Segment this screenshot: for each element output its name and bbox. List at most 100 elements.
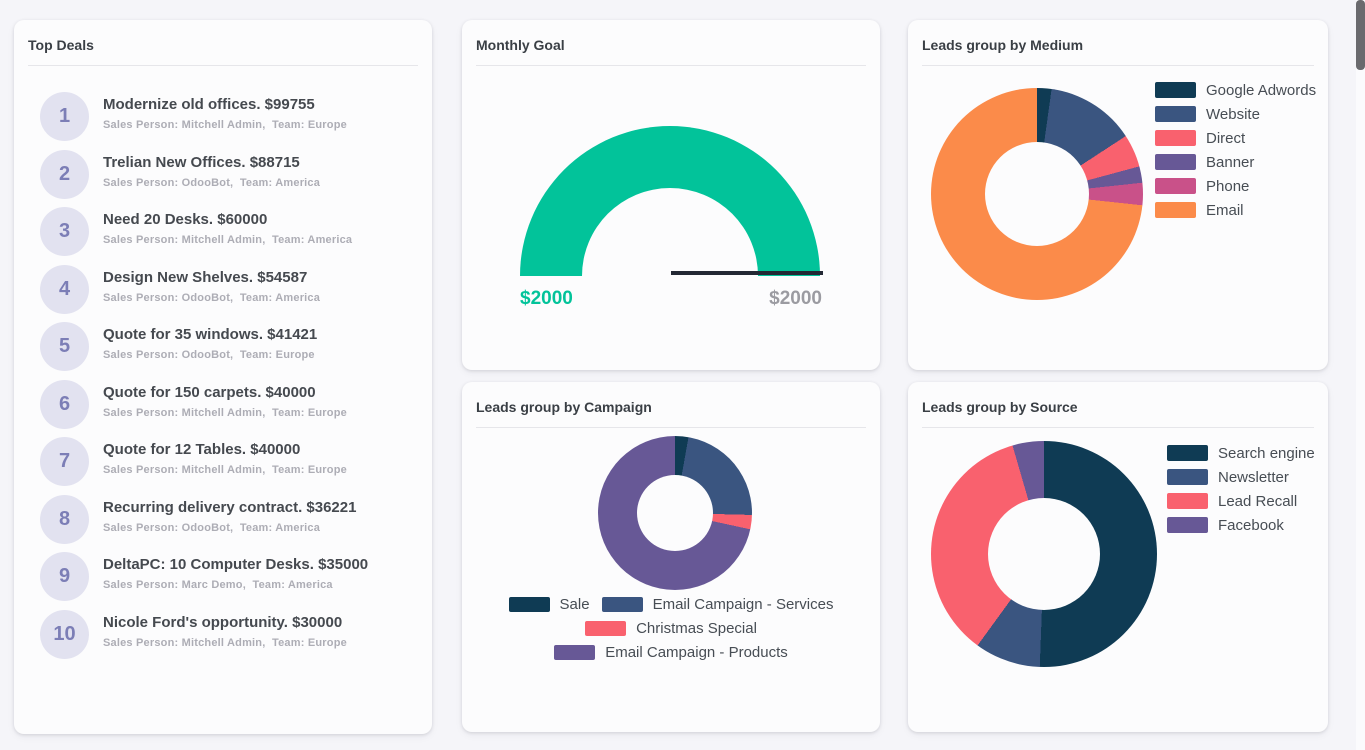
leads-by-campaign-title: Leads group by Campaign — [476, 399, 866, 415]
deal-rank-number: 10 — [53, 623, 75, 646]
deal-rank-badge: 8 — [40, 495, 89, 544]
legend-color-swatch — [509, 597, 550, 612]
deal-title: Need 20 Desks. $60000 — [103, 211, 352, 228]
deal-title: Design New Shelves. $54587 — [103, 269, 320, 286]
deal-info: Trelian New Offices. $88715 Sales Person… — [103, 150, 320, 189]
legend-item-google-adwords[interactable]: Google Adwords — [1155, 82, 1316, 98]
deal-row-2[interactable]: 2 Trelian New Offices. $88715 Sales Pers… — [40, 150, 418, 199]
deal-rank-badge: 5 — [40, 322, 89, 371]
monthly-goal-card: Monthly Goal $2000 $2000 — [462, 20, 880, 370]
scrollbar-track[interactable] — [1356, 0, 1365, 750]
legend-color-swatch — [1155, 82, 1196, 98]
crm-dashboard: Top Deals 1 Modernize old offices. $9975… — [0, 0, 1365, 750]
divider — [476, 427, 866, 428]
deal-row-8[interactable]: 8 Recurring delivery contract. $36221 Sa… — [40, 495, 418, 544]
leads-by-medium-card: Leads group by Medium Google Adwords Web… — [908, 20, 1328, 370]
scrollbar-thumb[interactable] — [1356, 0, 1365, 70]
deal-title: Quote for 35 windows. $41421 — [103, 326, 317, 343]
legend-label: Phone — [1206, 178, 1249, 195]
deal-row-1[interactable]: 1 Modernize old offices. $99755 Sales Pe… — [40, 92, 418, 141]
legend-item-website[interactable]: Website — [1155, 106, 1316, 122]
leads-by-medium-title: Leads group by Medium — [922, 37, 1314, 53]
deal-row-4[interactable]: 4 Design New Shelves. $54587 Sales Perso… — [40, 265, 418, 314]
legend-label: Email — [1206, 202, 1244, 219]
legend-label: Website — [1206, 106, 1260, 123]
leads-by-source-card: Leads group by Source Search engine News… — [908, 382, 1328, 732]
legend-item-direct[interactable]: Direct — [1155, 130, 1316, 146]
deal-title: Recurring delivery contract. $36221 — [103, 499, 356, 516]
deal-subtitle: Sales Person: OdooBot, Team: America — [103, 177, 320, 189]
deal-subtitle: Sales Person: Marc Demo, Team: America — [103, 579, 368, 591]
deal-row-3[interactable]: 3 Need 20 Desks. $60000 Sales Person: Mi… — [40, 207, 418, 256]
deal-title: Quote for 12 Tables. $40000 — [103, 441, 347, 458]
legend-label: Christmas Special — [636, 620, 757, 637]
legend-color-swatch — [1167, 445, 1208, 461]
deal-subtitle: Sales Person: OdooBot, Team: America — [103, 522, 356, 534]
deal-title: DeltaPC: 10 Computer Desks. $35000 — [103, 556, 368, 573]
legend-color-swatch — [1155, 202, 1196, 218]
deal-subtitle: Sales Person: Mitchell Admin, Team: Euro… — [103, 119, 347, 131]
legend-item-email[interactable]: Email — [1155, 202, 1316, 218]
monthly-goal-gauge[interactable] — [520, 126, 820, 276]
legend-color-swatch — [602, 597, 643, 612]
legend-row: Christmas Special — [585, 620, 757, 636]
source-donut-chart[interactable] — [931, 441, 1157, 667]
gauge-labels: $2000 $2000 — [520, 288, 822, 310]
deal-info: Quote for 35 windows. $41421 Sales Perso… — [103, 322, 317, 361]
legend-label: Search engine — [1218, 445, 1315, 462]
legend-row: Email Campaign - Products — [554, 644, 788, 660]
gauge-baseline — [671, 271, 823, 275]
deal-row-10[interactable]: 10 Nicole Ford's opportunity. $30000 Sal… — [40, 610, 418, 659]
legend-item-lead-recall[interactable]: Lead Recall — [1167, 493, 1315, 509]
deal-rank-badge: 9 — [40, 552, 89, 601]
leads-by-campaign-header: Leads group by Campaign — [462, 382, 880, 428]
legend-color-swatch — [1167, 517, 1208, 533]
deal-rank-number: 2 — [59, 163, 70, 186]
legend-item-sale[interactable]: Sale — [509, 596, 590, 612]
deal-rank-badge: 6 — [40, 380, 89, 429]
top-deals-card: Top Deals 1 Modernize old offices. $9975… — [14, 20, 432, 734]
campaign-donut-chart[interactable] — [598, 436, 752, 590]
deal-info: Design New Shelves. $54587 Sales Person:… — [103, 265, 320, 304]
deal-row-9[interactable]: 9 DeltaPC: 10 Computer Desks. $35000 Sal… — [40, 552, 418, 601]
legend-label: Lead Recall — [1218, 493, 1297, 510]
legend-label: Sale — [560, 596, 590, 613]
legend-color-swatch — [1155, 154, 1196, 170]
deal-info: Nicole Ford's opportunity. $30000 Sales … — [103, 610, 347, 649]
legend-item-newsletter[interactable]: Newsletter — [1167, 469, 1315, 485]
medium-donut-chart[interactable] — [931, 88, 1143, 300]
source-legend: Search engine Newsletter Lead Recall Fac… — [1167, 445, 1315, 533]
deal-row-6[interactable]: 6 Quote for 150 carpets. $40000 Sales Pe… — [40, 380, 418, 429]
deal-subtitle: Sales Person: OdooBot, Team: America — [103, 292, 320, 304]
monthly-goal-header: Monthly Goal — [462, 20, 880, 66]
leads-by-source-header: Leads group by Source — [908, 382, 1328, 428]
deal-rank-number: 9 — [59, 565, 70, 588]
legend-item-christmas-special[interactable]: Christmas Special — [585, 620, 757, 636]
deal-rank-number: 4 — [59, 278, 70, 301]
legend-item-search-engine[interactable]: Search engine — [1167, 445, 1315, 461]
donut-hole — [985, 142, 1089, 246]
legend-label: Newsletter — [1218, 469, 1289, 486]
top-deals-header: Top Deals — [14, 20, 432, 66]
campaign-legend: Sale Email Campaign - Services Christmas… — [462, 596, 880, 660]
divider — [476, 65, 866, 66]
deal-rank-number: 3 — [59, 220, 70, 243]
legend-item-email-campaign-services[interactable]: Email Campaign - Services — [602, 596, 834, 612]
deal-row-7[interactable]: 7 Quote for 12 Tables. $40000 Sales Pers… — [40, 437, 418, 486]
legend-color-swatch — [1155, 178, 1196, 194]
leads-by-campaign-card: Leads group by Campaign Sale Email Campa… — [462, 382, 880, 732]
deal-row-5[interactable]: 5 Quote for 35 windows. $41421 Sales Per… — [40, 322, 418, 371]
legend-item-facebook[interactable]: Facebook — [1167, 517, 1315, 533]
legend-item-email-campaign-products[interactable]: Email Campaign - Products — [554, 644, 788, 660]
medium-legend: Google Adwords Website Direct Banner Pho… — [1155, 82, 1316, 218]
legend-label: Direct — [1206, 130, 1245, 147]
legend-item-banner[interactable]: Banner — [1155, 154, 1316, 170]
deal-rank-badge: 2 — [40, 150, 89, 199]
deal-info: Quote for 150 carpets. $40000 Sales Pers… — [103, 380, 347, 419]
leads-by-source-title: Leads group by Source — [922, 399, 1314, 415]
gauge-max-label: $2000 — [769, 288, 822, 310]
legend-item-phone[interactable]: Phone — [1155, 178, 1316, 194]
legend-color-swatch — [1155, 106, 1196, 122]
deal-list: 1 Modernize old offices. $99755 Sales Pe… — [14, 66, 432, 659]
deal-subtitle: Sales Person: Mitchell Admin, Team: Euro… — [103, 637, 347, 649]
